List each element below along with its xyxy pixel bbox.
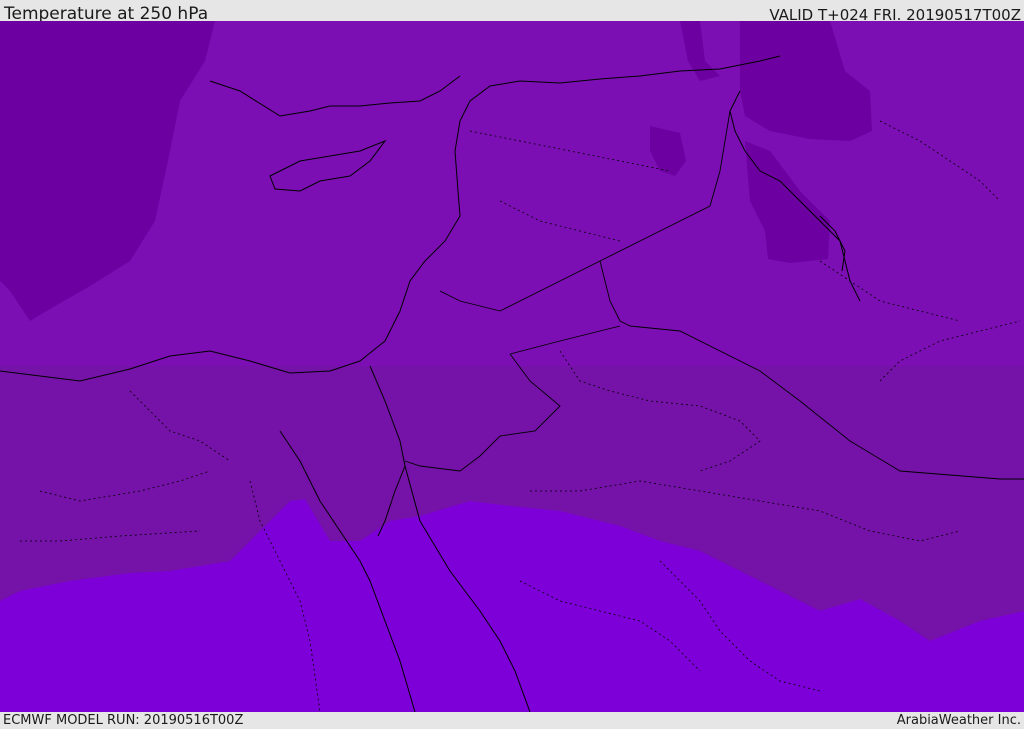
footer-bar: ECMWF MODEL RUN: 20190516T00Z ArabiaWeat… [0,712,1024,729]
map-canvas [0,21,1024,712]
credit: ArabiaWeather Inc. [896,713,1021,728]
model-run: ECMWF MODEL RUN: 20190516T00Z [3,713,244,728]
header-bar: Temperature at 250 hPa VALID T+024 FRI. … [0,0,1024,24]
temperature-map[interactable] [0,21,1024,712]
